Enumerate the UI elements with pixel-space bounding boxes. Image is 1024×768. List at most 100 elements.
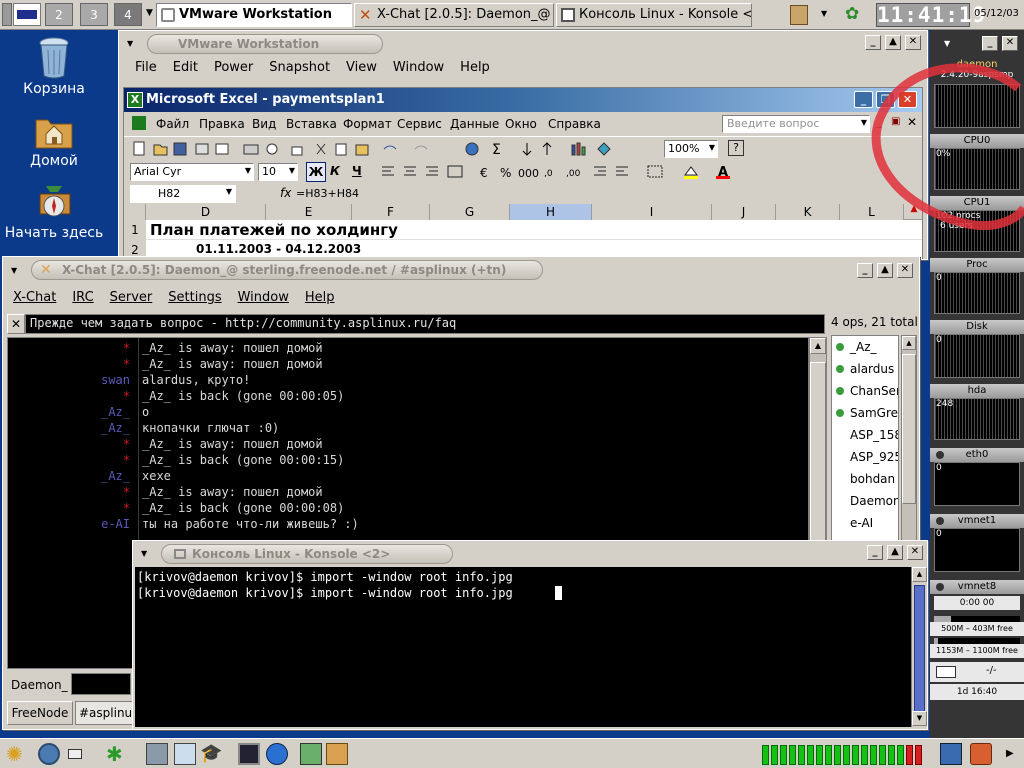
excel-menu-insert[interactable]: Вставка [286,117,337,131]
menu-view[interactable]: View [338,57,385,75]
excel-menu-data[interactable]: Данные [450,117,499,131]
close-button[interactable]: ✕ [905,35,921,50]
maximize-button[interactable]: ▲ [885,35,901,50]
window-menu-arrow[interactable]: ▼ [127,39,133,48]
user-list-item[interactable]: e-AI [836,512,873,534]
chat-nick[interactable]: * [8,388,138,404]
browser-icon[interactable] [266,743,288,765]
user-list-item[interactable]: SamGrea [836,402,898,424]
terminal-icon[interactable] [238,743,260,765]
network-icon[interactable] [38,743,60,765]
desktop-icon-home[interactable]: Домой [2,108,106,169]
formatting-toolbar-icons[interactable]: € % 000 ,0 ,00 A [380,165,760,179]
font-size-select[interactable]: 10 ▼ [258,163,298,181]
menu-settings[interactable]: Settings [160,287,229,305]
menu-xchat[interactable]: X-Chat [5,287,64,305]
col-header-j[interactable]: J [712,204,776,220]
maximize-button[interactable]: ▲ [887,545,903,560]
italic-button[interactable]: К [330,164,340,178]
xchat-titlebar[interactable]: ▼ ✕ X-Chat [2.0.5]: Daemon_@ sterling.fr… [3,257,919,283]
user-list-item[interactable]: Daemon_ [836,490,898,512]
corner-cell[interactable] [124,204,146,220]
col-header-i[interactable]: I [592,204,712,220]
col-header-e[interactable]: E [266,204,352,220]
scroll-thumb[interactable] [902,354,916,504]
workspace-1-button[interactable] [13,3,41,26]
col-header-g[interactable]: G [430,204,510,220]
excel-menu-format[interactable]: Формат [343,117,392,131]
nick-button[interactable]: Daemon_ [7,675,69,695]
excel-menu-view[interactable]: Вид [252,117,276,131]
chat-nick[interactable]: _Az_ [8,420,138,436]
zoom-select[interactable]: 100% ▼ [664,140,718,158]
menu-help[interactable]: Help [452,57,498,75]
scroll-up-arrow[interactable]: ▲ [810,338,826,354]
display-icon[interactable] [68,749,82,759]
workspace-2-button[interactable]: 2 [45,3,73,26]
chat-nick[interactable]: _Az_ [8,468,138,484]
logout-icon[interactable] [970,743,992,765]
chat-nick[interactable]: * [8,436,138,452]
konsole-titlebar[interactable]: ▼ Консоль Linux - Konsole <2> _ ▲ ✕ [133,541,927,565]
menu-server[interactable]: Server [102,287,161,305]
name-box[interactable]: H82 ▼ [130,185,236,203]
minimize-button[interactable]: _ [982,36,998,51]
korganizer-icon[interactable]: ✿ [845,5,859,23]
lock-screen-icon[interactable] [940,743,962,765]
close-button[interactable]: ✕ [1002,36,1018,51]
menu-irc[interactable]: IRC [64,287,101,305]
user-list[interactable]: _Az_alardus ChanServ SamGrea ASP_158 ASP_925… [831,335,899,545]
excel-menu-help[interactable]: Справка [548,117,601,131]
user-list-item[interactable]: _Az_ [836,336,877,358]
terminal-area[interactable]: [krivov@daemon krivov]$ import -window r… [135,567,911,727]
chat-nick[interactable]: _Az_ [8,404,138,420]
scroll-up-arrow[interactable]: ▲ [912,567,927,582]
menu-window[interactable]: Window [385,57,452,75]
col-header-h[interactable]: H [510,204,592,220]
chat-nick[interactable]: * [8,452,138,468]
task-xchat[interactable]: ✕ X-Chat [2.0.5]: Daemon_@ st [354,3,554,27]
task-vmware[interactable]: VMware Workstation [156,3,352,27]
vmware-titlebar[interactable]: ▼ VMware Workstation _ ▲ ✕ [119,31,927,55]
user-list-scrollbar[interactable]: ▲ [901,335,917,545]
folder-icon[interactable] [326,743,348,765]
window-menu-arrow[interactable]: ▼ [11,266,17,275]
worksheet-grid[interactable]: D E F G H I J K L ▲ 1 План платежей по х… [124,204,922,260]
chat-nick[interactable]: * [8,340,138,356]
font-name-select[interactable]: Arial Cyr ▼ [130,163,254,181]
kde-menu-button[interactable] [2,3,12,26]
excel-menu-edit[interactable]: Правка [199,117,245,131]
task-konsole[interactable]: Консоль Linux - Konsole <2> [556,3,752,27]
tab-asplinux[interactable]: #asplinux [75,701,133,725]
excel-menu-file[interactable]: Файл [156,117,189,131]
cell-d2[interactable]: 01.11.2003 - 04.12.2003 [196,242,361,256]
underline-button[interactable]: Ч [352,164,362,178]
gnome-foot-icon[interactable]: ✱ [106,743,128,765]
paint-icon[interactable] [300,743,322,765]
col-header-k[interactable]: K [776,204,840,220]
cell-d1[interactable]: План платежей по холдингу [150,221,398,239]
close-button[interactable]: ✕ [897,263,913,278]
topic-bar[interactable]: Прежде чем задать вопрос - http://commun… [25,314,825,334]
user-list-item[interactable]: ChanServ [836,380,898,402]
row-header-1[interactable]: 1 [124,220,146,240]
user-list-item[interactable]: ASP_925 [836,446,898,468]
maximize-button[interactable]: ▲ [877,263,893,278]
workspace-3-button[interactable]: 3 [80,3,108,26]
user-list-item[interactable]: bohdan [836,468,895,490]
window-list-arrow[interactable]: ▼ [146,8,153,18]
user-list-item[interactable]: alardus [836,358,894,380]
tab-freenode[interactable]: FreeNode [7,701,73,725]
message-input[interactable] [71,673,131,695]
scroll-thumb[interactable] [914,585,925,713]
user-list-item[interactable]: ASP_158 [836,424,898,446]
minimize-button[interactable]: _ [865,35,881,50]
col-header-d[interactable]: D [146,204,266,220]
minimize-button[interactable]: _ [857,263,873,278]
desktop-icon-start-here[interactable]: Начать здесь [2,180,106,241]
bold-button[interactable]: Ж [306,162,326,182]
close-button[interactable]: ✕ [907,545,923,560]
menu-edit[interactable]: Edit [165,57,206,75]
excel-menu-tools[interactable]: Сервис [397,117,442,131]
formula-input[interactable]: =H83+H84 [296,187,359,200]
